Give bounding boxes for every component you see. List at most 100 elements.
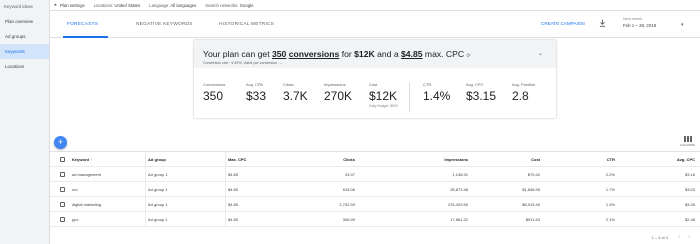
metric-ctr: CTR 1.4% [423, 82, 450, 103]
metric-label: CTR [423, 82, 432, 87]
tab-historical-metrics[interactable]: HISTORICAL METRICS [219, 22, 274, 27]
column-divider [145, 167, 146, 181]
plan-settings-text: Plan settings [60, 2, 85, 8]
cell-cost: $79.42 [527, 171, 540, 177]
row-checkbox-cell[interactable] [60, 197, 65, 211]
metric-value: 2.8 [512, 89, 529, 103]
metric-label: Avg. Position [512, 82, 536, 87]
table-row[interactable]: digital marketing Ad group 1 $4.85 2,732… [50, 197, 700, 212]
metric-label: Conversions [203, 82, 226, 87]
cell-ctr: 1.7% [605, 186, 615, 192]
cell-keyword: cro [72, 186, 78, 192]
cell-cost: $1,846.95 [522, 186, 540, 192]
sidebar-item-ad-groups[interactable]: Ad groups [0, 29, 49, 44]
columns-icon[interactable] [684, 136, 692, 142]
column-divider [225, 212, 226, 226]
headline-for: for [341, 49, 352, 59]
header-cost[interactable]: Cost [490, 152, 540, 166]
metric-label: Avg. CPA [246, 82, 263, 87]
columns-label[interactable]: COLUMNS [680, 143, 695, 147]
table-row[interactable]: ad management Ad group 1 $4.85 24.97 1,1… [50, 167, 700, 182]
select-all-checkbox[interactable] [60, 156, 65, 162]
back-arrow-icon[interactable]: ◂ [50, 2, 60, 8]
cell-keyword: ppc [72, 216, 79, 222]
cell-clicks: 615.06 [342, 186, 355, 192]
cell-avg-cpc: $3.18 [684, 171, 695, 177]
header-ctr[interactable]: CTR [575, 152, 615, 166]
create-campaign-button[interactable]: CREATE CAMPAIGN [541, 21, 585, 26]
header-clicks[interactable]: Clicks [305, 152, 355, 166]
metric-avg-cpc: Avg. CPC $3.15 [466, 82, 496, 103]
row-checkbox[interactable] [60, 201, 65, 207]
header-ad-group[interactable]: Ad group [148, 152, 166, 166]
cell-cost: $8,915.49 [522, 201, 540, 207]
headline-max-cpc[interactable]: $4.85 [401, 49, 423, 59]
table-row[interactable]: ppc Ad group 1 $4.85 306.99 17,861.32 $9… [50, 212, 700, 227]
cell-max-cpc[interactable]: $4.85 [228, 182, 238, 196]
row-checkbox[interactable] [60, 186, 65, 192]
tab-forecasts[interactable]: FORECASTS [67, 22, 98, 27]
cell-keyword: ad management [72, 171, 101, 177]
cell-clicks: 24.97 [344, 171, 355, 177]
plan-settings-label[interactable]: Plan settings [60, 3, 85, 8]
sidebar-item-keywords[interactable]: Keywords [0, 44, 49, 59]
table-pagination: 1 – 4 of 4 ‹ › [50, 232, 700, 244]
metric-value: $12K [369, 89, 398, 103]
language-setting[interactable]: Language: All languages [149, 3, 196, 8]
metric-label: Avg. CPC [466, 82, 484, 87]
metric-value: $3.15 [466, 89, 497, 103]
row-checkbox-cell[interactable] [60, 182, 65, 196]
headline-budget: $12K [354, 49, 375, 59]
row-checkbox[interactable] [60, 216, 65, 222]
language-value: All languages [170, 2, 197, 8]
table-header-row: Keyword ↑ Ad group Max. CPC Clicks Impre… [50, 151, 700, 167]
headline-conversions-value[interactable]: 350 [272, 49, 286, 59]
cell-ctr: 1.3% [605, 201, 615, 207]
cell-avg-cpc: $2.48 [684, 216, 695, 222]
add-keyword-button[interactable]: + [54, 136, 67, 149]
networks-label: Search networks: [205, 2, 239, 8]
locations-setting[interactable]: Locations: United States [94, 3, 141, 8]
column-divider [145, 212, 146, 226]
metric-value: 350 [203, 89, 224, 103]
date-range-value[interactable]: Feb 1 – 28, 2019 [623, 23, 656, 28]
header-avg-cpc[interactable]: Avg. CPC [642, 152, 695, 166]
header-keyword[interactable]: Keyword ↑ [72, 152, 92, 166]
previous-page-icon[interactable]: ‹ [678, 234, 680, 240]
refresh-icon[interactable]: ⟳ [466, 53, 470, 59]
sidebar-item-plan-overview[interactable]: Plan overview [0, 14, 49, 29]
metric-avg-position: Avg. Position 2.8 [512, 82, 535, 103]
cell-ctr: 2.1% [605, 216, 615, 222]
row-checkbox-cell[interactable] [60, 212, 65, 226]
row-checkbox[interactable] [60, 171, 65, 177]
metric-label: Clicks [283, 82, 294, 87]
next-page-icon[interactable]: › [688, 234, 690, 240]
cell-clicks: 2,732.93 [339, 201, 355, 207]
header-max-cpc[interactable]: Max. CPC [228, 152, 246, 166]
download-icon[interactable] [599, 19, 606, 27]
expand-chevron-icon[interactable]: ⌄ [538, 50, 543, 57]
header-impressions[interactable]: Impressions [408, 152, 468, 166]
conversion-rate-line: Conversion rate : 9.49%, Value per conve… [203, 61, 283, 65]
cell-impressions: 215,429.59 [447, 201, 468, 207]
table-row[interactable]: cro Ad group 1 $4.85 615.06 35,873.46 $1… [50, 182, 700, 197]
sidebar-item-locations[interactable]: Locations [0, 59, 49, 74]
left-sidebar: Keyword ideas Plan overview Ad groups Ke… [0, 0, 50, 244]
cell-ad-group: Ad group 1 [148, 216, 168, 222]
select-all-checkbox-cell[interactable] [60, 152, 65, 166]
networks-setting[interactable]: Search networks: Google [205, 3, 253, 8]
sidebar-title[interactable]: Keyword ideas [0, 0, 49, 14]
dropdown-caret-icon[interactable]: ▾ [681, 22, 684, 28]
cell-avg-cpc: $3.26 [684, 201, 695, 207]
row-checkbox-cell[interactable] [60, 167, 65, 181]
metric-value: $33 [246, 89, 267, 103]
keywords-table: Keyword ↑ Ad group Max. CPC Clicks Impre… [50, 151, 700, 227]
metric-cost: Cost $12K Daily Budget: $500 [369, 82, 398, 108]
cell-max-cpc[interactable]: $4.85 [228, 212, 238, 226]
cell-avg-cpc: $3.03 [684, 186, 695, 192]
cell-max-cpc[interactable]: $4.85 [228, 167, 238, 181]
column-divider [145, 152, 146, 166]
headline-conversions-word[interactable]: conversions [289, 49, 340, 59]
tab-negative-keywords[interactable]: NEGATIVE KEYWORDS [136, 22, 193, 27]
cell-max-cpc[interactable]: $4.85 [228, 197, 238, 211]
